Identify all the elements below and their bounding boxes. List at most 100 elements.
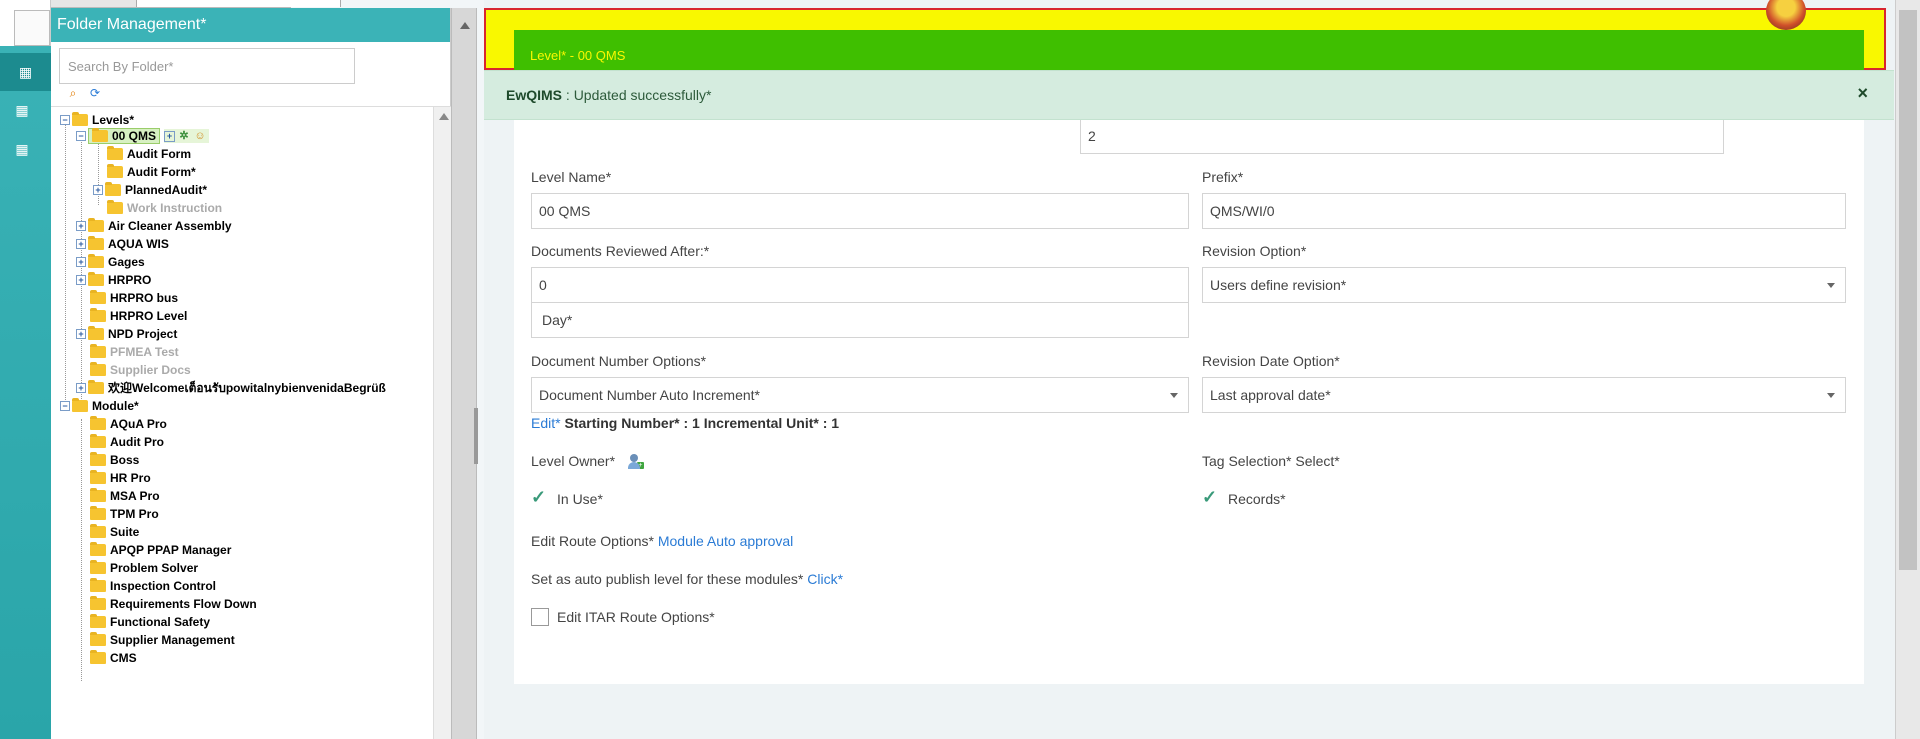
expand-icon[interactable]: +	[76, 383, 86, 393]
top-right-field[interactable]: 2	[1080, 118, 1724, 154]
folder-icon	[90, 362, 106, 376]
itar-label: Edit ITAR Route Options*	[557, 609, 715, 625]
tree-node-level[interactable]: Audit Form*	[107, 163, 196, 181]
panel-title: Folder Management*	[51, 8, 450, 42]
tree-node-level[interactable]: + AQUA WIS	[76, 235, 169, 253]
folder-icon	[90, 578, 106, 592]
tree-node-module-item[interactable]: Requirements Flow Down	[90, 595, 257, 613]
auto-publish-row: Set as auto publish level for these modu…	[531, 571, 843, 587]
scroll-up-icon[interactable]	[439, 113, 449, 120]
splitter-grip[interactable]	[474, 408, 478, 464]
tree-node-level[interactable]: + HRPRO	[76, 271, 151, 289]
tree-node-level[interactable]: HRPRO Level	[90, 307, 187, 325]
level-owner-label: Level Owner*	[531, 453, 616, 469]
expand-icon[interactable]: +	[93, 185, 103, 195]
rail-top-button[interactable]	[14, 10, 50, 46]
expand-icon[interactable]: +	[76, 329, 86, 339]
collapse-icon[interactable]: −	[60, 401, 70, 411]
add-user-icon[interactable]: +	[627, 454, 644, 470]
panel-splitter[interactable]	[451, 8, 478, 739]
records-label: Records*	[1228, 491, 1286, 507]
tree-node-module[interactable]: − Module*	[60, 397, 139, 415]
tab-strip	[51, 0, 341, 8]
node-actions: + ✲ ☺	[164, 129, 210, 143]
expand-icon[interactable]: +	[76, 275, 86, 285]
auto-publish-link[interactable]: Click*	[807, 571, 843, 587]
building-icon[interactable]: ▦	[14, 102, 30, 118]
reviewed-unit-select[interactable]: Day*	[531, 302, 1189, 338]
edit-numbering-link[interactable]: Edit*	[531, 415, 561, 431]
tree-node-module-item[interactable]: TPM Pro	[90, 505, 159, 523]
doc-number-options-select[interactable]: Document Number Auto Increment*	[531, 377, 1189, 413]
prefix-label: Prefix*	[1202, 169, 1244, 185]
chevron-down-icon	[1827, 283, 1835, 288]
prefix-input[interactable]: QMS/WI/0	[1202, 193, 1846, 229]
refresh-icon[interactable]: ⟳	[87, 86, 103, 100]
expand-icon[interactable]: +	[76, 221, 86, 231]
building-icon[interactable]: ▦	[0, 53, 51, 91]
search-input[interactable]	[59, 48, 355, 84]
revision-option-select[interactable]: Users define revision*	[1202, 267, 1846, 303]
folder-icon	[72, 398, 88, 412]
rail-top	[0, 0, 51, 46]
level-name-label: Level Name*	[531, 169, 612, 185]
tree-node-level[interactable]: + 欢迎Welcomeเต็อนรับpowitalnybienvenidaBeg…	[76, 379, 386, 397]
folder-icon	[107, 146, 123, 160]
folder-icon	[88, 254, 104, 268]
tree-node-module-item[interactable]: Problem Solver	[90, 559, 198, 577]
tag-selection-label[interactable]: Tag Selection* Select*	[1202, 453, 1340, 469]
collapse-icon[interactable]: −	[76, 131, 86, 141]
scrollbar-thumb[interactable]	[1899, 10, 1917, 570]
tree-node-level[interactable]: PFMEA Test	[90, 343, 179, 361]
folder-icon	[107, 200, 123, 214]
tree-node-module-item[interactable]: MSA Pro	[90, 487, 160, 505]
settings-icon[interactable]: ✲	[177, 129, 191, 143]
folder-icon	[90, 470, 106, 484]
toast-message: Updated successfully*	[573, 87, 712, 103]
edit-route-label: Edit Route Options*	[531, 533, 654, 549]
tree-node-level[interactable]: HRPRO bus	[90, 289, 178, 307]
selected-node[interactable]: 00 QMS	[88, 128, 161, 144]
level-name-input[interactable]: 00 QMS	[531, 193, 1189, 229]
level-owner-row: Level Owner* +	[531, 453, 644, 470]
tree-node-module-item[interactable]: APQP PPAP Manager	[90, 541, 231, 559]
tree-node-module-item[interactable]: Functional Safety	[90, 613, 210, 631]
module-auto-approval-link[interactable]: Module Auto approval	[658, 533, 793, 549]
tree-node-module-item[interactable]: Inspection Control	[90, 577, 216, 595]
users-icon[interactable]: ☺	[193, 129, 207, 143]
tab[interactable]	[136, 0, 341, 7]
tree-node-level[interactable]: + Air Cleaner Assembly	[76, 217, 232, 235]
tree-node-module-item[interactable]: HR Pro	[90, 469, 151, 487]
search-folder-icon[interactable]: ⌕	[65, 86, 81, 100]
tree-node-level[interactable]: + PlannedAudit*	[93, 181, 207, 199]
revision-date-option-label: Revision Date Option*	[1202, 353, 1340, 369]
expand-icon[interactable]: +	[76, 239, 86, 249]
tree-node-module-item[interactable]: Suite	[90, 523, 139, 541]
tree-scrollbar[interactable]	[433, 107, 451, 739]
tree-node-module-item[interactable]: Audit Pro	[90, 433, 164, 451]
revision-date-option-select[interactable]: Last approval date*	[1202, 377, 1846, 413]
tree-node-module-item[interactable]: Boss	[90, 451, 139, 469]
folder-icon	[90, 290, 106, 304]
scroll-up-icon[interactable]	[460, 22, 470, 29]
doc-number-options-label: Document Number Options*	[531, 353, 707, 369]
tree-node-level[interactable]: Supplier Docs	[90, 361, 191, 379]
folder-management-panel: Folder Management* ⌕ ⟳ − Levels* − 00 QM…	[51, 8, 451, 739]
collapse-icon[interactable]: −	[60, 115, 70, 125]
starting-number-text: Starting Number* : 1 Incremental Unit* :…	[564, 415, 840, 431]
reviewed-after-input[interactable]: 0	[531, 267, 1189, 303]
close-icon[interactable]: ×	[1857, 83, 1868, 104]
itar-checkbox[interactable]	[531, 608, 549, 626]
tree-node-level[interactable]: + Gages	[76, 253, 145, 271]
tree-node-module-item[interactable]: CMS	[90, 649, 137, 667]
tree-node-level[interactable]: + NPD Project	[76, 325, 177, 343]
building-icon[interactable]: ▦	[14, 141, 30, 157]
main-scrollbar[interactable]	[1895, 0, 1920, 739]
tree-node-level[interactable]: Work Instruction	[107, 199, 222, 217]
tree-node-level[interactable]: − 00 QMS + ✲ ☺	[76, 127, 210, 145]
tree-node-module-item[interactable]: AQuA Pro	[90, 415, 167, 433]
tree-node-level[interactable]: Audit Form	[107, 145, 191, 163]
expand-icon[interactable]: +	[76, 257, 86, 267]
tree-node-module-item[interactable]: Supplier Management	[90, 631, 235, 649]
add-icon[interactable]: +	[164, 130, 176, 142]
